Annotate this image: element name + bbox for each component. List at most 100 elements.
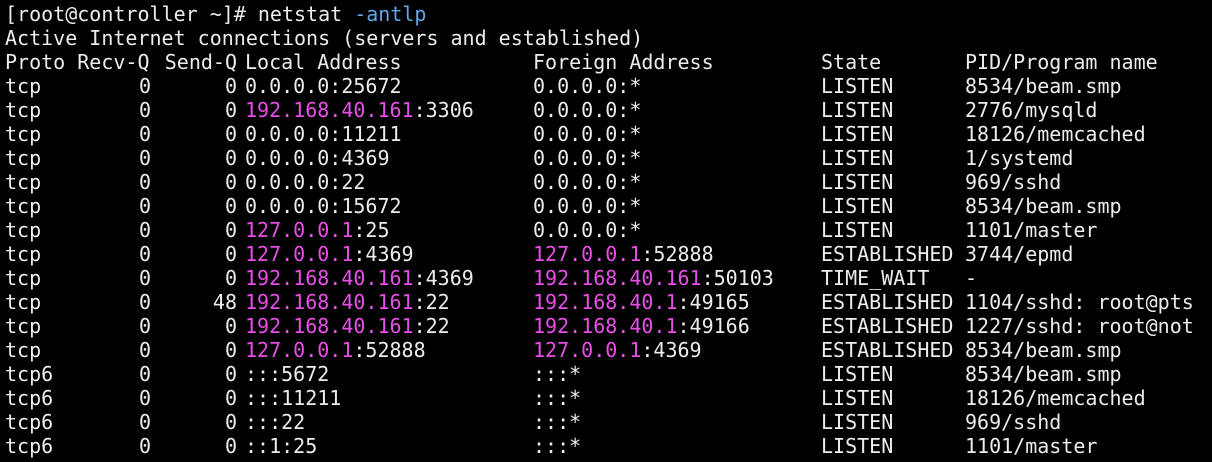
local-port: :::11211 xyxy=(245,386,342,410)
pid-program-cell: 1227/sshd: root@not xyxy=(965,314,1194,338)
foreign-address-cell: :::* xyxy=(533,386,581,410)
table-row: tcp6 0 0:::22:::* LISTEN 969/sshd xyxy=(5,410,1212,434)
foreign-address-cell: 0.0.0.0:* xyxy=(533,170,641,194)
state-cell: ESTABLISHED xyxy=(821,242,954,266)
pid-program-cell: 1101/master xyxy=(965,218,1098,242)
proto-cell: tcp xyxy=(5,122,42,146)
connection-list: tcp 0 0 0.0.0.0:25672 0.0.0.0:* LISTEN 8534/be… xyxy=(5,74,1212,458)
sendq-cell: 0 xyxy=(224,74,237,98)
sendq-cell: 0 xyxy=(224,434,237,458)
proto-cell: tcp xyxy=(5,194,42,218)
foreign-address-cell: :::* xyxy=(533,410,581,434)
foreign-port: 0.0.0.0:* xyxy=(533,122,642,146)
pid-program-cell: 969/sshd xyxy=(965,170,1062,194)
pid-program-cell: 8534/beam.smp xyxy=(965,338,1122,362)
sendq-cell: 0 xyxy=(224,338,237,362)
recvq-cell: 0 xyxy=(138,290,151,314)
recvq-cell: 0 xyxy=(138,314,151,338)
pid-program-cell: 3744/epmd xyxy=(965,242,1074,266)
command-options: -antlp xyxy=(354,2,427,26)
local-port: :4369 xyxy=(353,242,414,266)
header-pid-program: PID/Program name xyxy=(965,50,1158,74)
foreign-port: 0.0.0.0:* xyxy=(533,218,642,242)
local-port: 0.0.0.0:4369 xyxy=(245,146,390,170)
state-cell: LISTEN xyxy=(821,74,894,98)
foreign-address-cell: 0.0.0.0:* xyxy=(533,146,641,170)
local-port: 0.0.0.0:22 xyxy=(245,170,366,194)
pid-program-cell: - xyxy=(965,266,978,290)
local-address-cell: :::22 xyxy=(245,410,305,434)
foreign-port: :52888 xyxy=(641,242,714,266)
foreign-ip: 192.168.40.161 xyxy=(533,266,702,290)
local-port: :25 xyxy=(353,218,390,242)
sendq-cell: 48 xyxy=(212,290,237,314)
sendq-cell: 0 xyxy=(224,194,237,218)
sendq-cell: 0 xyxy=(224,242,237,266)
state-cell: LISTEN xyxy=(821,362,894,386)
foreign-address-cell: 0.0.0.0:* xyxy=(533,218,641,242)
sendq-cell: 0 xyxy=(224,218,237,242)
state-cell: ESTABLISHED xyxy=(821,290,954,314)
sendq-cell: 0 xyxy=(224,314,237,338)
table-row: tcp 0 0 0.0.0.0:11211 0.0.0.0:* LISTEN 18126/m… xyxy=(5,122,1212,146)
state-cell: ESTABLISHED xyxy=(821,314,954,338)
foreign-port: 0.0.0.0:* xyxy=(533,98,642,122)
state-cell: LISTEN xyxy=(821,218,894,242)
terminal-window[interactable]: [root@controller ~]# netstat -antlp Acti… xyxy=(0,0,1212,462)
command-name: netstat xyxy=(257,2,355,26)
pid-program-cell: 1104/sshd: root@pts xyxy=(965,290,1194,314)
foreign-address-cell: :::* xyxy=(533,434,581,458)
proto-cell: tcp xyxy=(5,314,42,338)
foreign-port: :::* xyxy=(533,386,582,410)
output-summary: Active Internet connections (servers and… xyxy=(5,26,644,50)
pid-program-cell: 1/systemd xyxy=(965,146,1074,170)
pid-program-cell: 18126/memcached xyxy=(965,122,1146,146)
proto-cell: tcp xyxy=(5,146,42,170)
foreign-port: 0.0.0.0:* xyxy=(533,170,642,194)
local-port: 0.0.0.0:15672 xyxy=(245,194,402,218)
sendq-cell: 0 xyxy=(224,362,237,386)
sendq-cell: 0 xyxy=(224,266,237,290)
local-ip: 127.0.0.1 xyxy=(245,242,354,266)
local-ip: 127.0.0.1 xyxy=(245,338,354,362)
proto-cell: tcp xyxy=(5,242,42,266)
foreign-port: :50103 xyxy=(701,266,774,290)
recvq-cell: 0 xyxy=(138,98,151,122)
state-cell: LISTEN xyxy=(821,386,894,410)
foreign-port: 0.0.0.0:* xyxy=(533,194,642,218)
recvq-cell: 0 xyxy=(138,74,151,98)
sendq-cell: 0 xyxy=(224,146,237,170)
state-cell: LISTEN xyxy=(821,194,894,218)
local-ip: 192.168.40.161 xyxy=(245,266,414,290)
table-row: tcp 0 0 0.0.0.0:22 0.0.0.0:* LISTEN 969/sshd xyxy=(5,170,1212,194)
foreign-port: :::* xyxy=(533,362,582,386)
foreign-port: :49166 xyxy=(677,314,750,338)
command-line: [root@controller ~]# netstat -antlp xyxy=(5,2,1212,26)
foreign-port: :49165 xyxy=(677,290,750,314)
local-ip: 192.168.40.161 xyxy=(245,290,414,314)
recvq-cell: 0 xyxy=(138,170,151,194)
local-address-cell: 192.168.40.161:3306 xyxy=(245,98,474,122)
table-row: tcp6 0 0::1:25:::* LISTEN 1101/master xyxy=(5,434,1212,458)
state-cell: LISTEN xyxy=(821,146,894,170)
state-cell: ESTABLISHED xyxy=(821,338,954,362)
local-port: :::5672 xyxy=(245,362,330,386)
foreign-ip: 192.168.40.1 xyxy=(533,314,678,338)
local-address-cell: 127.0.0.1:4369 xyxy=(245,242,414,266)
local-ip: 192.168.40.161 xyxy=(245,98,414,122)
local-ip: 192.168.40.161 xyxy=(245,314,414,338)
pid-program-cell: 969/sshd xyxy=(965,410,1062,434)
local-port: 0.0.0.0:25672 xyxy=(245,74,402,98)
pid-program-cell: 8534/beam.smp xyxy=(965,362,1122,386)
local-address-cell: :::5672 xyxy=(245,362,329,386)
header-sendq: Send-Q xyxy=(164,50,237,74)
proto-cell: tcp xyxy=(5,98,42,122)
table-row: tcp 0 0 127.0.0.1:4369 127.0.0.1:52888 ESTABL… xyxy=(5,242,1212,266)
proto-cell: tcp xyxy=(5,266,42,290)
sendq-cell: 0 xyxy=(224,170,237,194)
table-row: tcp6 0 0:::5672:::* LISTEN 8534/beam.smp xyxy=(5,362,1212,386)
state-cell: TIME_WAIT xyxy=(821,266,930,290)
foreign-address-cell: 192.168.40.1:49165 xyxy=(533,290,750,314)
foreign-ip: 192.168.40.1 xyxy=(533,290,678,314)
proto-cell: tcp6 xyxy=(5,434,54,458)
